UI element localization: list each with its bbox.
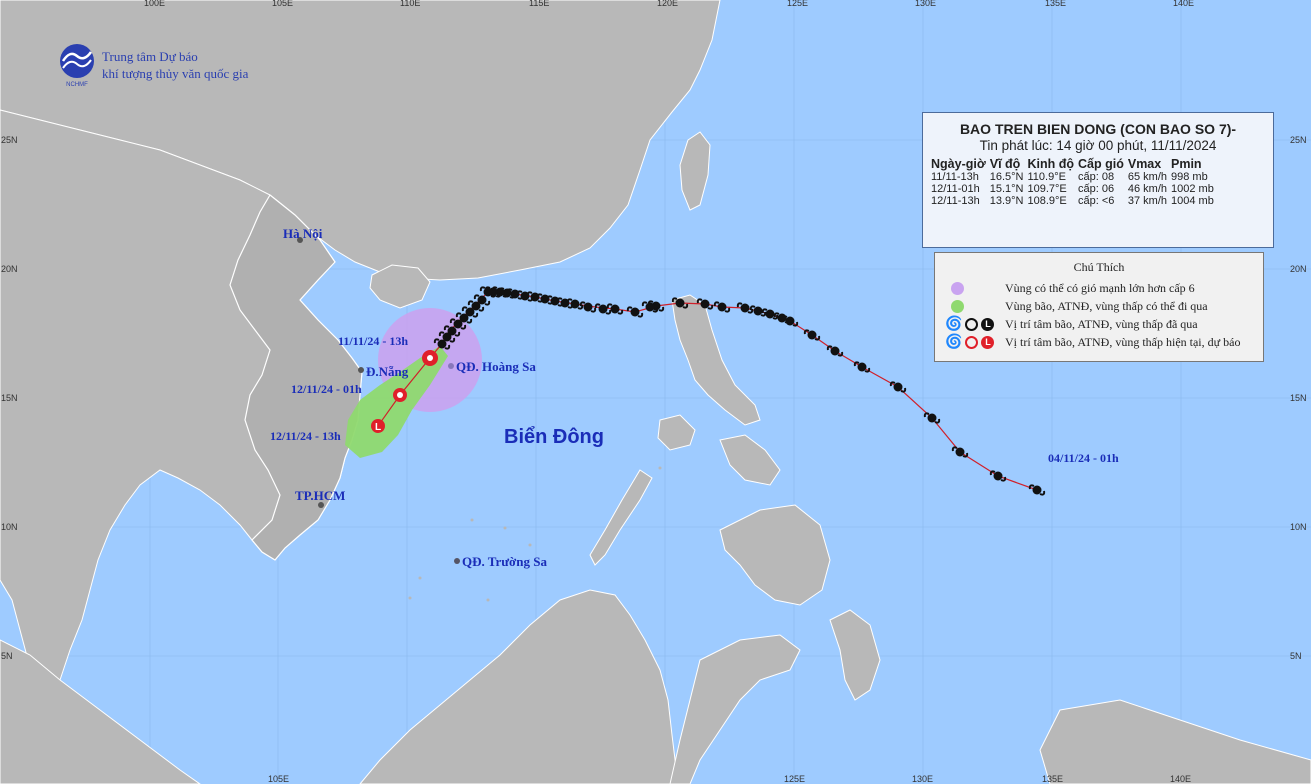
svg-text:100E: 100E <box>144 0 165 8</box>
svg-text:130E: 130E <box>912 774 933 784</box>
forecast-marker-12h <box>393 388 407 402</box>
svg-text:125E: 125E <box>787 0 808 8</box>
table-row: 11/11-13h 16.5°N 110.9°E cấp: 08 65 km/h 998… <box>931 171 1208 183</box>
svg-text:120E: 120E <box>657 0 678 8</box>
svg-text:25N: 25N <box>1290 135 1307 145</box>
label-hanoi: Hà Nội <box>283 226 323 241</box>
track-label-start: 04/11/24 - 01h <box>1048 451 1119 465</box>
svg-text:130E: 130E <box>915 0 936 8</box>
agency-logo: NCHMF Trung tâm Dự báo khí tượng thủy vă… <box>58 42 298 92</box>
label-danang: Đ.Nẵng <box>366 364 409 379</box>
svg-text:5N: 5N <box>1 651 13 661</box>
svg-text:115E: 115E <box>529 0 549 8</box>
svg-text:25N: 25N <box>1 135 18 145</box>
svg-text:105E: 105E <box>272 0 293 8</box>
label-biendong: Biển Đông <box>504 426 604 448</box>
track-label-24h: 12/11/24 - 13h <box>270 429 341 443</box>
storm-symbol-red-icon: 🌀 <box>945 334 963 350</box>
svg-text:5N: 5N <box>1290 651 1302 661</box>
svg-text:135E: 135E <box>1042 774 1063 784</box>
svg-text:110E: 110E <box>400 0 420 8</box>
agency-name-line1: Trung tâm Dự báo <box>102 49 198 64</box>
table-row: 12/11-01h 15.1°N 109.7°E cấp: 06 46 km/h 100… <box>931 183 1214 195</box>
label-hoangsa: QĐ. Hoàng Sa <box>456 359 536 374</box>
forecast-table: Ngày-giờ Vĩ độ Kinh độ Cấp gió Vmax Pmin… <box>931 157 1218 207</box>
legend-item-wind-zone: Vùng có thể có gió mạnh lớn hơn cấp 6 <box>945 279 1195 297</box>
legend-item-storm-zone: Vùng bão, ATNĐ, vùng thấp có thể đi qua <box>945 297 1208 315</box>
map-legend: Chú Thích Vùng có thể có gió mạnh lớn hơ… <box>934 252 1264 362</box>
storm-info-box: BAO TREN BIEN DONG (CON BAO SO 7)- Tin p… <box>922 112 1274 248</box>
green-circle-icon <box>951 299 964 313</box>
svg-text:105E: 105E <box>268 774 289 784</box>
ring-black-icon <box>965 317 979 331</box>
forecast-marker-24h-low: L <box>371 419 385 433</box>
table-header: Ngày-giờ Vĩ độ Kinh độ Cấp gió Vmax Pmin <box>931 157 1202 171</box>
label-truongsa: QĐ. Trường Sa <box>462 554 547 569</box>
low-black-icon: L <box>981 317 995 331</box>
truongsa-marker <box>454 558 460 564</box>
legend-title: Chú Thích <box>1073 260 1125 274</box>
low-red-icon: L <box>981 335 995 349</box>
svg-text:15N: 15N <box>1 393 18 403</box>
legend-item-past-position: 🌀 L Vị trí tâm bão, ATNĐ, vùng thấp đã q… <box>945 316 1198 332</box>
svg-text:10N: 10N <box>1290 522 1307 532</box>
label-hcm: TP.HCM <box>295 488 345 503</box>
track-label-current: 11/11/24 - 13h <box>338 334 408 348</box>
svg-text:NCHMF: NCHMF <box>66 82 88 88</box>
storm-title: BAO TREN BIEN DONG (CON BAO SO 7)- <box>959 121 1237 137</box>
svg-text:10N: 10N <box>1 522 18 532</box>
svg-text:15N: 15N <box>1290 393 1307 403</box>
ring-red-icon <box>965 335 979 349</box>
nchmf-globe-logo-icon: NCHMF <box>60 44 94 88</box>
purple-circle-icon <box>951 281 964 295</box>
svg-text:20N: 20N <box>1 264 18 274</box>
svg-text:140E: 140E <box>1173 0 1194 8</box>
svg-text:125E: 125E <box>784 774 805 784</box>
legend-item-current-position: 🌀 L Vị trí tâm bão, ATNĐ, vùng thấp hiện… <box>945 334 1241 350</box>
track-label-12h: 12/11/24 - 01h <box>291 382 362 396</box>
table-row: 12/11-13h 13.9°N 108.9°E cấp: <6 37 km/h 100… <box>931 195 1214 207</box>
svg-text:135E: 135E <box>1045 0 1066 8</box>
issue-time: Tin phát lúc: 14 giờ 00 phút, 11/11/2024 <box>979 138 1217 153</box>
svg-text:140E: 140E <box>1170 774 1191 784</box>
hoangsa-marker <box>448 363 454 369</box>
storm-symbol-black-icon: 🌀 <box>945 316 963 332</box>
agency-name-line2: khí tượng thủy văn quốc gia <box>102 66 249 81</box>
svg-text:20N: 20N <box>1290 264 1307 274</box>
danang-marker <box>358 367 364 373</box>
svg-text:L: L <box>375 422 381 433</box>
current-storm-marker <box>422 350 438 366</box>
